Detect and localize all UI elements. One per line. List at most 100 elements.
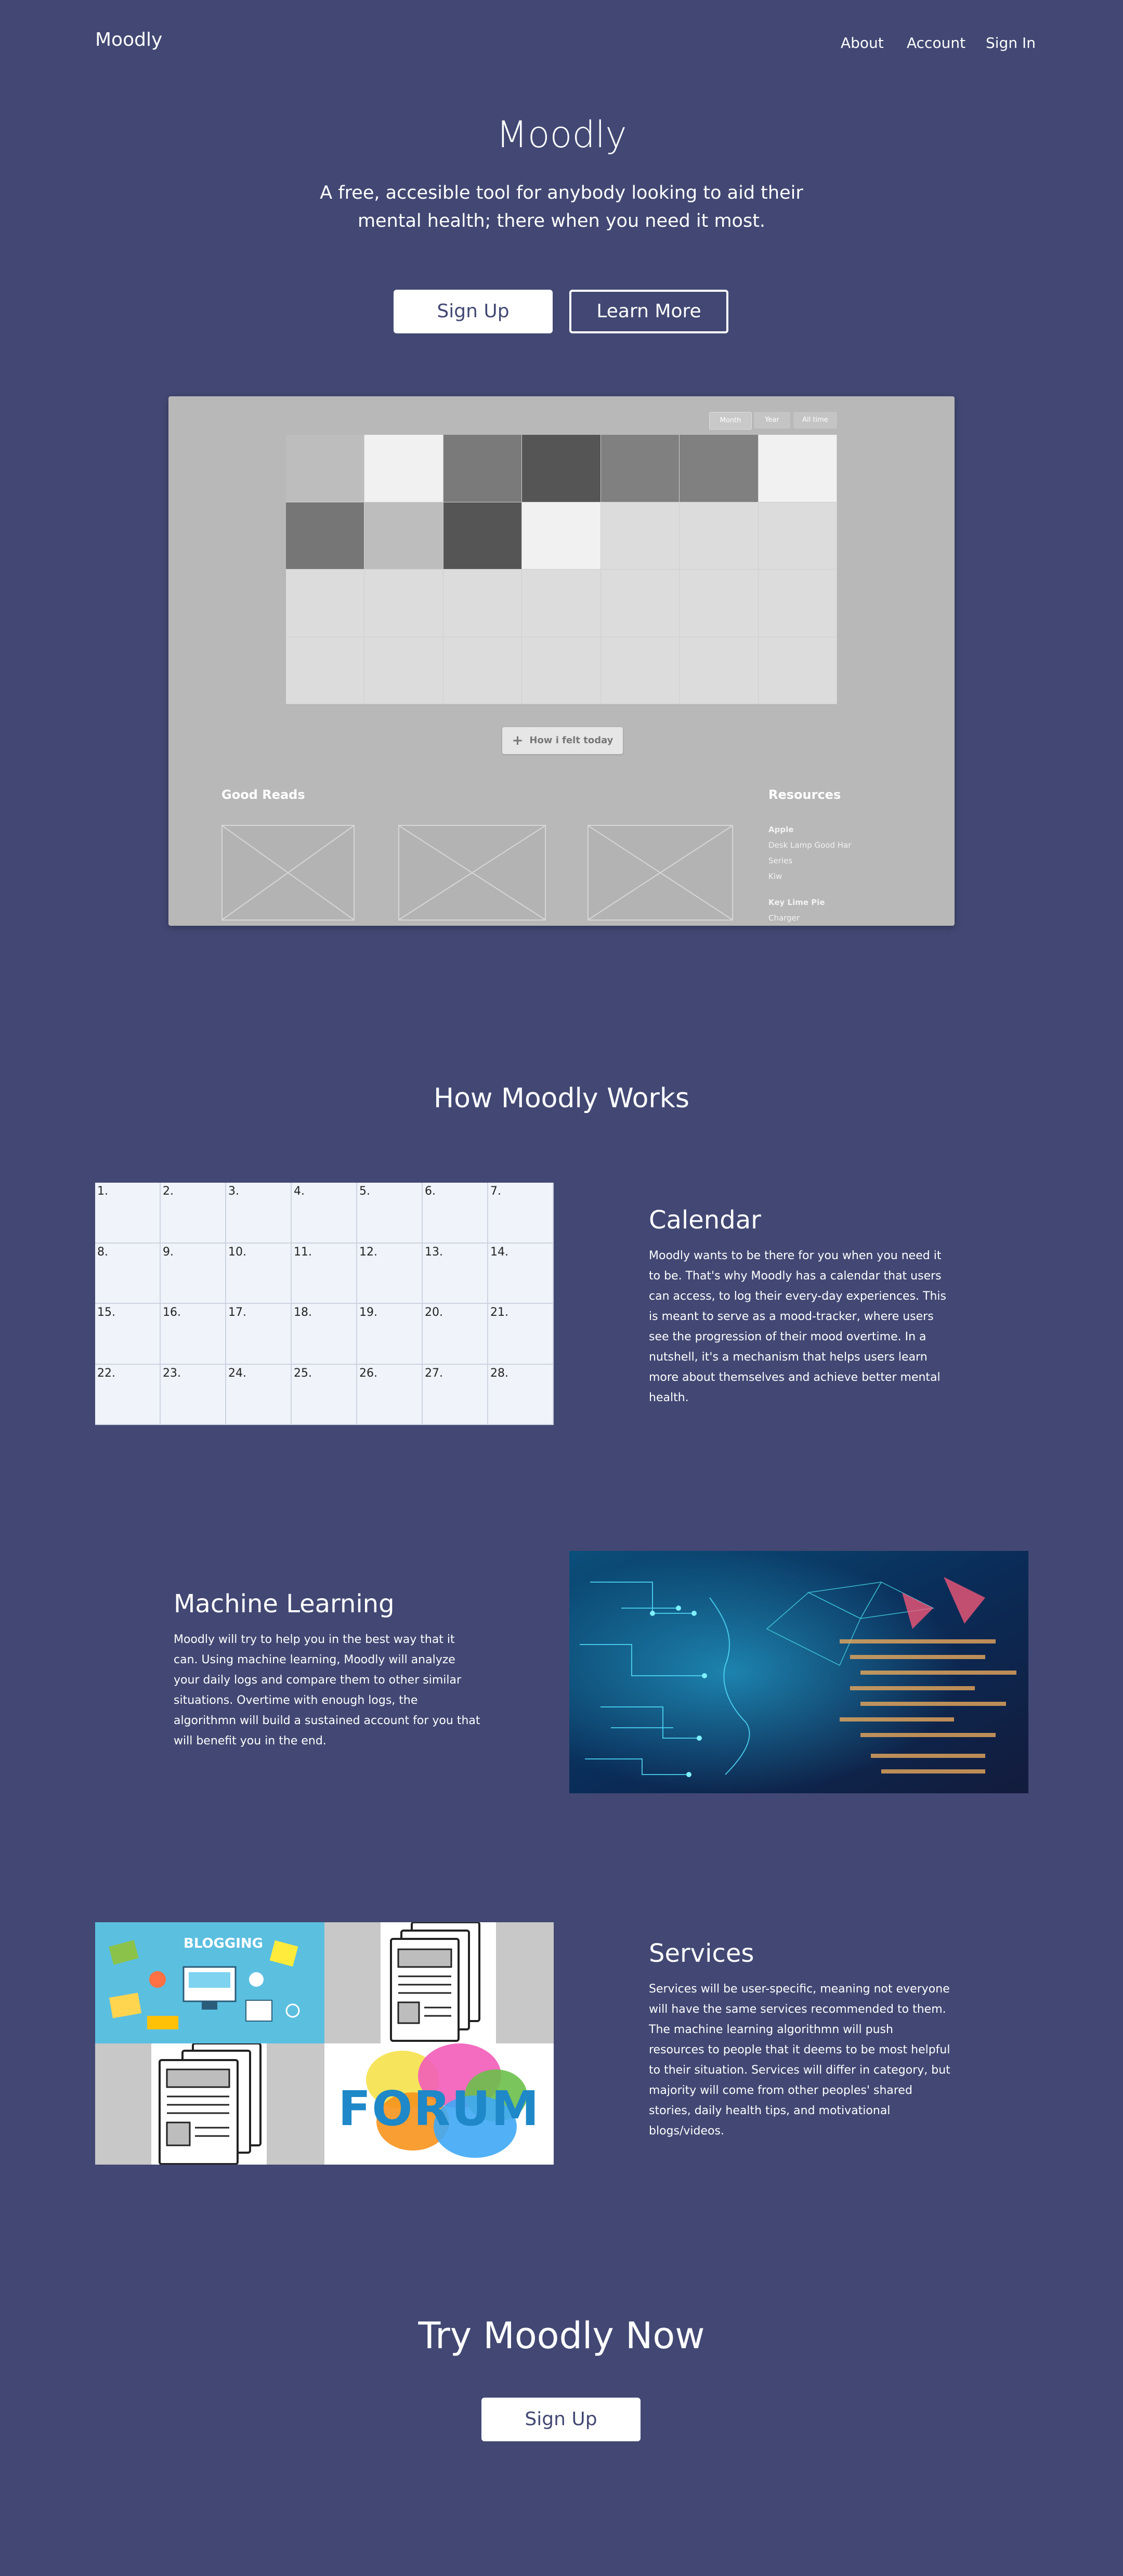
mood-cell[interactable] [443,502,523,569]
hero-learn-more-button[interactable]: Learn More [569,290,728,333]
mood-cell[interactable] [600,637,680,704]
ml-feature-title: Machine Learning [174,1589,395,1619]
document-stack-icon [159,2042,262,2165]
calendar-day-cell: 11. [292,1243,357,1304]
resource-heading: Apple [768,825,794,834]
mood-cell[interactable] [443,435,523,502]
mood-cell[interactable] [680,569,759,637]
mood-cell[interactable] [443,637,523,704]
machine-learning-image [569,1551,1028,1793]
good-reads-title: Good Reads [221,787,305,802]
services-feature-text: Services will be user-specific, meaning … [649,1983,950,2138]
mood-cell[interactable] [758,502,837,569]
mood-cell[interactable] [522,435,601,502]
mood-cell[interactable] [286,637,365,704]
mood-cell[interactable] [600,569,680,637]
nav-signin-link[interactable]: Sign In [986,34,1036,51]
mood-cell[interactable] [680,502,759,569]
mood-cell[interactable] [680,435,759,502]
mood-cell[interactable] [286,569,365,637]
calendar-day-cell: 25. [292,1364,357,1425]
plus-icon: + [512,733,524,748]
resource-link[interactable]: Desk Lamp Good Har [768,840,851,850]
calendar-day-cell: 23. [161,1364,226,1425]
mood-cell[interactable] [364,435,443,502]
calendar-day-cell: 2. [161,1183,226,1244]
resource-link[interactable]: Charger [768,913,800,923]
mood-cell[interactable] [522,502,601,569]
calendar-day-cell: 4. [292,1183,357,1244]
calendar-feature-text: Moodly wants to be there for you when yo… [649,1249,946,1404]
calendar-day-cell: 18. [292,1304,357,1365]
brand-logo[interactable]: Moodly [95,29,162,50]
mood-cell[interactable] [600,435,680,502]
forum-tile: FORUM [324,2043,554,2165]
calendar-day-cell: 16. [161,1304,226,1365]
cta-title: Try Moodly Now [418,2314,705,2357]
mood-cell[interactable] [758,637,837,704]
nav-about-link[interactable]: About [841,34,884,51]
cta-signup-button[interactable]: Sign Up [481,2398,641,2441]
services-collage-image: BLOGGING FORUM [95,1922,554,2165]
tab-year[interactable]: Year [754,412,790,429]
calendar-day-cell: 8. [95,1243,161,1304]
calendar-day-cell: 28. [488,1364,554,1425]
calendar-day-cell: 6. [423,1183,488,1244]
hero-signup-button[interactable]: Sign Up [394,290,553,333]
mood-calendar-grid [286,435,837,704]
blogging-tile: BLOGGING [95,1922,324,2043]
resource-link[interactable]: Series [768,856,792,865]
document-stack-tile [151,2042,267,2165]
mood-cell[interactable] [600,502,680,569]
mood-cell[interactable] [522,637,601,704]
calendar-day-cell: 22. [95,1364,161,1425]
calendar-day-cell: 9. [161,1243,226,1304]
image-placeholder-icon [399,825,545,920]
calendar-day-cell: 27. [423,1364,488,1425]
resource-link[interactable]: Kiw [768,872,782,881]
mood-cell[interactable] [286,435,365,502]
tab-month[interactable]: Month [709,412,752,430]
calendar-day-cell: 20. [423,1304,488,1365]
good-read-image-placeholder[interactable] [587,825,733,921]
mood-cell[interactable] [364,637,443,704]
calendar-day-cell: 15. [95,1304,161,1365]
calendar-day-cell: 17. [226,1304,292,1365]
calendar-day-cell: 24. [226,1364,292,1425]
mood-cell[interactable] [364,502,443,569]
image-placeholder-icon [588,825,733,920]
mood-cell[interactable] [443,569,523,637]
hero-subtitle: A free, accesible tool for anybody looki… [320,183,803,231]
forum-label: FORUM [338,2081,540,2137]
good-read-image-placeholder[interactable] [398,825,546,921]
tab-all-time[interactable]: All time [793,412,837,429]
document-stack-icon [390,1922,480,2042]
mood-cell[interactable] [758,569,837,637]
mood-cell[interactable] [364,569,443,637]
services-feature-title: Services [649,1939,754,1968]
app-preview-mockup: Month Year All time + How i felt today Go… [168,396,955,926]
how-i-felt-button[interactable]: + How i felt today [502,727,623,754]
mood-cell[interactable] [680,637,759,704]
how-i-felt-label: How i felt today [529,735,613,746]
mood-cell[interactable] [286,502,365,569]
calendar-day-cell: 1. [95,1183,161,1244]
resource-heading: Key Lime Pie [768,898,825,907]
nav-account-link[interactable]: Account [907,34,965,51]
mood-cell[interactable] [522,569,601,637]
calendar-day-cell: 5. [357,1183,423,1244]
image-placeholder-icon [222,825,354,920]
ml-feature-text: Moodly will try to help you in the best … [174,1633,480,1747]
calendar-day-cell: 19. [357,1304,423,1365]
blogging-illustration-icon [109,1940,300,2029]
calendar-day-cell: 12. [357,1243,423,1304]
calendar-day-cell: 26. [357,1364,423,1425]
how-section-title: How Moodly Works [434,1083,689,1114]
good-read-image-placeholder[interactable] [221,825,355,921]
calendar-day-cell: 14. [488,1243,554,1304]
mood-cell[interactable] [758,435,837,502]
hero-title: Moodly [496,113,627,156]
calendar-feature-title: Calendar [649,1206,761,1235]
calendar-day-cell: 7. [488,1183,554,1244]
document-stack-tile [381,1922,496,2043]
